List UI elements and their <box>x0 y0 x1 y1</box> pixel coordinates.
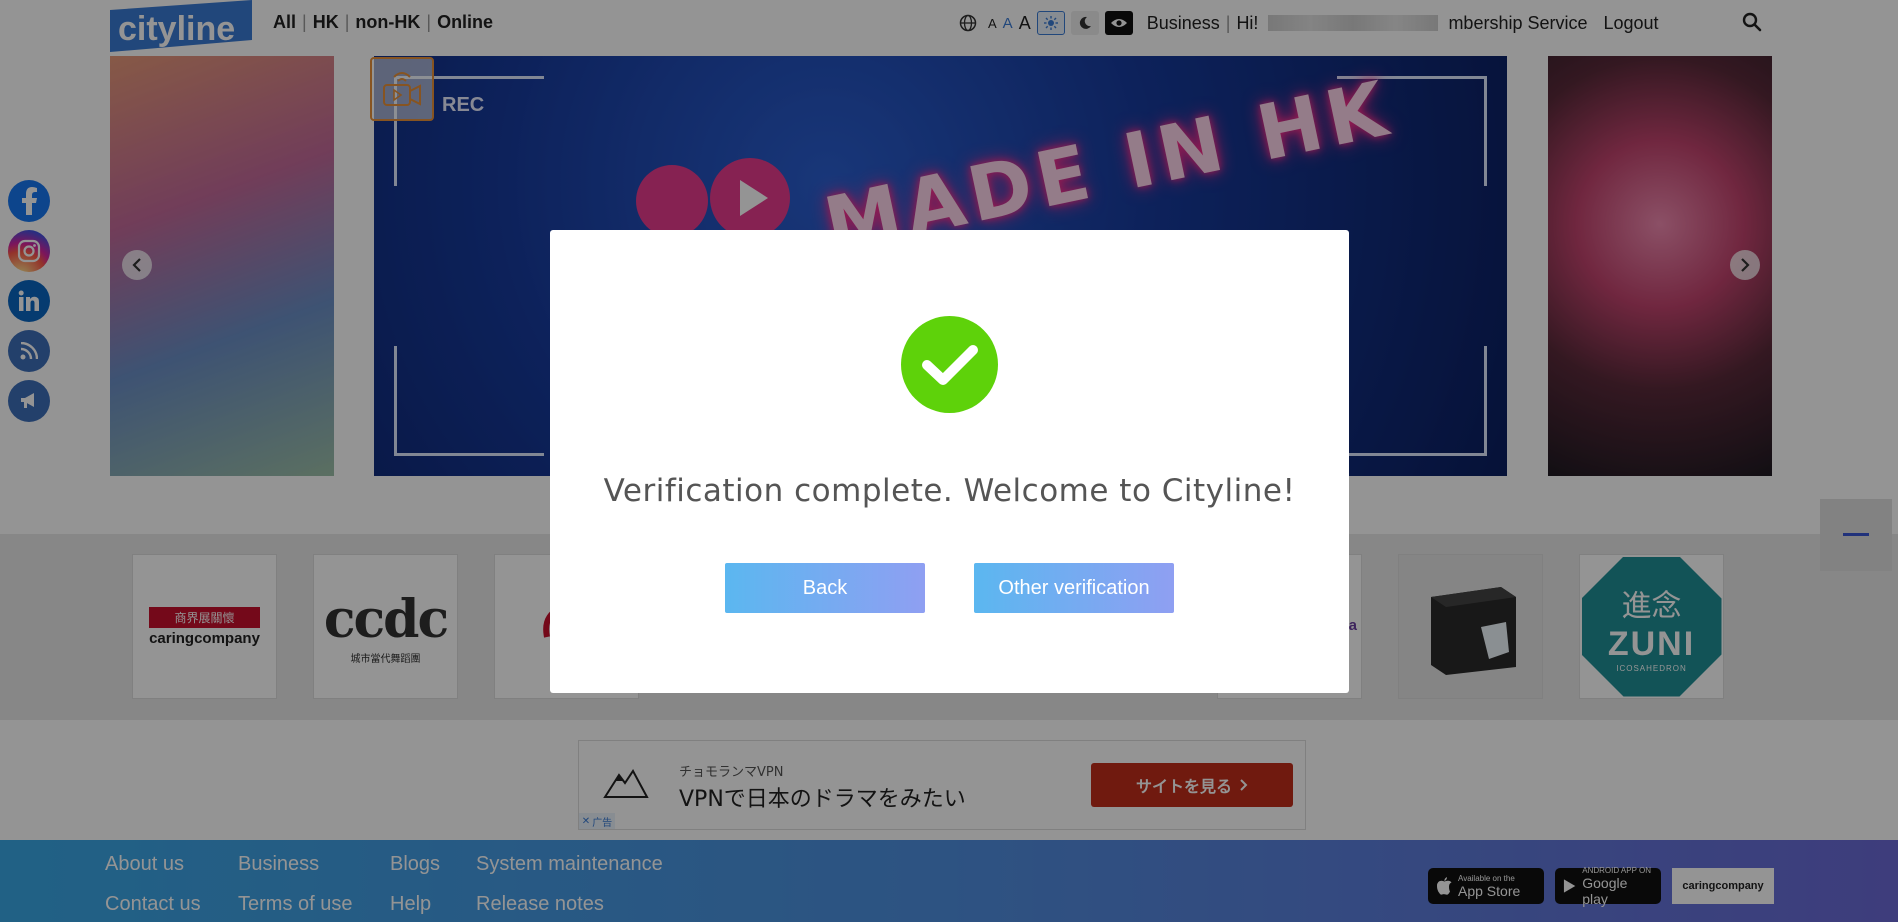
verification-message: Verification complete. Welcome to Cityli… <box>603 473 1296 509</box>
checkmark-icon <box>901 316 998 413</box>
verification-modal: Verification complete. Welcome to Cityli… <box>550 230 1349 693</box>
back-button[interactable]: Back <box>725 563 925 613</box>
other-verification-button[interactable]: Other verification <box>974 563 1174 613</box>
